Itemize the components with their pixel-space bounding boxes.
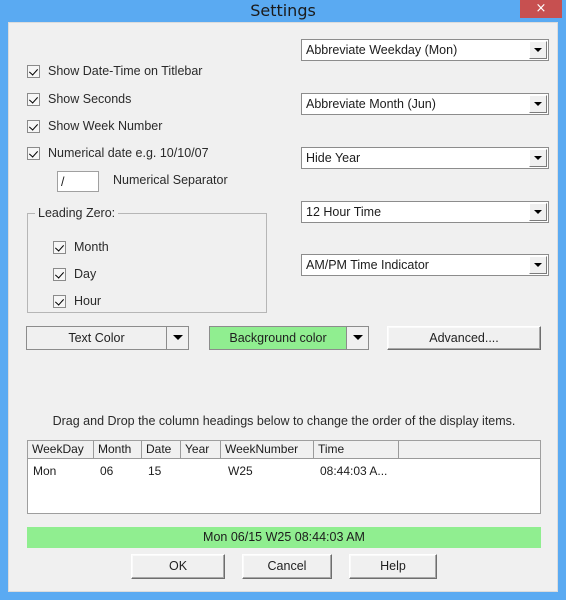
checkbox-show-date-time-on-titlebar[interactable]: Show Date-Time on Titlebar <box>27 62 202 80</box>
checkbox-numerical-date[interactable]: Numerical date e.g. 10/10/07 <box>27 144 209 162</box>
numerical-separator-input[interactable] <box>57 171 99 192</box>
checkbox-indicator[interactable] <box>53 267 66 281</box>
dropdown-value: 12 Hour Time <box>306 205 382 219</box>
chevron-down-icon[interactable] <box>529 41 547 59</box>
column-header-weekday[interactable]: WeekDay <box>28 441 94 458</box>
close-icon[interactable]: × <box>520 0 562 18</box>
chevron-down-icon[interactable] <box>529 149 547 167</box>
dialog-client-area: Show Date-Time on Titlebar Show Seconds … <box>8 22 558 592</box>
drag-drop-hint: Drag and Drop the column headings below … <box>52 414 516 428</box>
dropdown-time-format[interactable]: 12 Hour Time <box>301 201 549 223</box>
listview-header: WeekDay Month Date Year WeekNumber Time <box>28 441 540 459</box>
display-items-listview[interactable]: WeekDay Month Date Year WeekNumber Time … <box>27 440 541 514</box>
checkbox-label: Hour <box>74 294 102 308</box>
column-header-time[interactable]: Time <box>314 441 399 458</box>
dropdown-value: Abbreviate Weekday (Mon) <box>306 43 458 57</box>
text-color-button[interactable]: Text Color <box>26 326 189 350</box>
checkbox-indicator[interactable] <box>27 146 40 160</box>
dropdown-weekday-format[interactable]: Abbreviate Weekday (Mon) <box>301 39 549 61</box>
checkbox-indicator[interactable] <box>27 64 40 78</box>
dropdown-month-format[interactable]: Abbreviate Month (Jun) <box>301 93 549 115</box>
checkbox-leading-zero-day[interactable]: Day <box>53 265 96 283</box>
datetime-preview-bar: Mon 06/15 W25 08:44:03 AM <box>27 527 541 548</box>
numerical-separator-label: Numerical Separator <box>113 173 228 187</box>
titlebar: Settings × <box>0 0 566 22</box>
background-color-label: Background color <box>229 331 327 345</box>
checkbox-indicator[interactable] <box>27 119 40 133</box>
checkbox-show-seconds[interactable]: Show Seconds <box>27 90 131 108</box>
cell-weekday: Mon <box>33 464 57 478</box>
column-header-date[interactable]: Date <box>142 441 181 458</box>
checkbox-indicator[interactable] <box>53 294 66 308</box>
checkbox-show-week-number[interactable]: Show Week Number <box>27 117 162 135</box>
checkbox-label: Day <box>74 267 97 281</box>
checkbox-indicator[interactable] <box>27 92 40 106</box>
checkbox-label: Show Seconds <box>48 92 132 106</box>
dropdown-value: AM/PM Time Indicator <box>306 258 429 272</box>
chevron-down-icon[interactable] <box>529 203 547 221</box>
chevron-down-icon[interactable] <box>529 256 547 274</box>
column-header-filler <box>399 441 540 458</box>
chevron-down-icon[interactable] <box>529 95 547 113</box>
column-header-month[interactable]: Month <box>94 441 142 458</box>
cell-month: 06 <box>100 464 114 478</box>
ok-button[interactable]: OK <box>131 554 225 579</box>
checkbox-leading-zero-month[interactable]: Month <box>53 238 109 256</box>
dropdown-value: Hide Year <box>306 151 361 165</box>
cell-date: 15 <box>148 464 162 478</box>
checkbox-indicator[interactable] <box>53 240 66 254</box>
checkbox-leading-zero-hour[interactable]: Hour <box>53 292 101 310</box>
dropdown-year-format[interactable]: Hide Year <box>301 147 549 169</box>
window-title: Settings <box>250 1 316 20</box>
leading-zero-title: Leading Zero: <box>35 206 119 220</box>
chevron-down-icon[interactable] <box>346 327 368 349</box>
cancel-button[interactable]: Cancel <box>242 554 332 579</box>
cell-time: 08:44:03 A... <box>320 464 388 478</box>
chevron-down-icon[interactable] <box>166 327 188 349</box>
advanced-button[interactable]: Advanced.... <box>387 326 541 350</box>
checkbox-label: Show Date-Time on Titlebar <box>48 64 203 78</box>
dropdown-value: Abbreviate Month (Jun) <box>306 97 436 111</box>
background-color-button[interactable]: Background color <box>209 326 369 350</box>
settings-window: Settings × Show Date-Time on Titlebar Sh… <box>0 0 566 600</box>
cell-weeknumber: W25 <box>228 464 253 478</box>
checkbox-label: Show Week Number <box>48 119 163 133</box>
column-header-weeknumber[interactable]: WeekNumber <box>221 441 314 458</box>
dropdown-ampm-indicator[interactable]: AM/PM Time Indicator <box>301 254 549 276</box>
checkbox-label: Numerical date e.g. 10/10/07 <box>48 146 209 160</box>
text-color-label: Text Color <box>68 331 125 345</box>
column-header-year[interactable]: Year <box>181 441 221 458</box>
help-button[interactable]: Help <box>349 554 437 579</box>
checkbox-label: Month <box>74 240 109 254</box>
